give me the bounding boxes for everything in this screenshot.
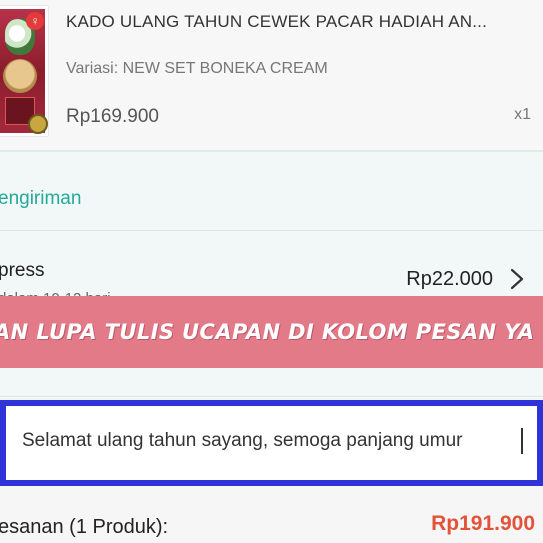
product-item[interactable]: ♀ KADO ULANG TAHUN CEWEK PACAR HADIAH AN… <box>0 0 543 150</box>
order-total-row: esanan (1 Produk): Rp191.900 <box>0 486 543 543</box>
chevron-right-icon[interactable] <box>505 266 529 292</box>
text-cursor <box>521 428 523 454</box>
teddy-bear-image <box>3 59 37 93</box>
message-field-highlight: Selamat ulang tahun sayang, semoga panja… <box>0 400 543 486</box>
shipping-method[interactable]: press <box>0 260 44 282</box>
order-total-value: Rp191.900 <box>431 512 535 535</box>
product-price: Rp169.900 <box>66 106 159 127</box>
shipping-section-title: engiriman <box>0 188 82 209</box>
gender-badge-icon: ♀ <box>26 12 44 30</box>
shipping-fee[interactable]: Rp22.000 <box>406 268 493 291</box>
quality-seal-icon <box>28 114 48 134</box>
order-total-label: esanan (1 Produk): <box>0 516 169 538</box>
product-quantity: x1 <box>514 106 531 123</box>
product-variant: Variasi: NEW SET BONEKA CREAM <box>66 60 328 77</box>
product-title: KADO ULANG TAHUN CEWEK PACAR HADIAH AN..… <box>66 12 487 31</box>
shipping-divider <box>0 230 543 231</box>
reminder-banner: AN LUPA TULIS UCAPAN DI KOLOM PESAN YA <box>0 296 543 368</box>
reminder-banner-text: AN LUPA TULIS UCAPAN DI KOLOM PESAN YA <box>0 320 535 344</box>
section-divider <box>0 396 543 397</box>
message-input[interactable]: Selamat ulang tahun sayang, semoga panja… <box>22 430 542 452</box>
